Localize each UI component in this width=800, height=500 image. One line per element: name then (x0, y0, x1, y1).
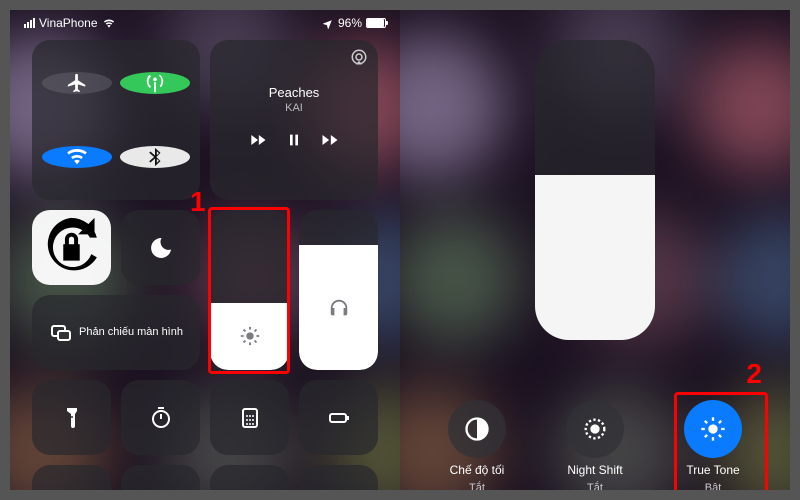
battery-percent: 96% (338, 16, 362, 30)
flashlight-button[interactable] (32, 380, 111, 455)
antenna-icon (144, 72, 166, 94)
hearing-button[interactable] (299, 465, 378, 490)
callout-number-1: 1 (190, 186, 206, 218)
media-artist: KAI (285, 102, 303, 114)
rotation-lock-toggle[interactable] (32, 210, 111, 285)
status-bar: VinaPhone 96% (10, 10, 400, 32)
connectivity-module[interactable] (32, 40, 200, 200)
wifi-icon (102, 18, 116, 29)
moon-icon (149, 236, 173, 260)
dark-mode-icon (463, 415, 491, 443)
do-not-disturb-toggle[interactable] (121, 210, 200, 285)
battery-outline-icon (327, 406, 351, 430)
volume-slider[interactable] (299, 210, 378, 370)
callout-number-2: 2 (746, 358, 762, 390)
true-tone-option[interactable]: True Tone Bật (663, 400, 763, 490)
brightness-slider[interactable] (210, 210, 289, 370)
media-pause-button[interactable] (286, 131, 302, 154)
screen-mirroring-button[interactable]: Phản chiếu màn hình (32, 295, 200, 370)
screen-mirroring-icon (49, 321, 73, 345)
brightness-slider-expanded[interactable] (535, 40, 655, 340)
low-power-mode-button[interactable] (299, 380, 378, 455)
bluetooth-icon (144, 146, 166, 168)
location-icon (323, 18, 334, 29)
calculator-icon (238, 406, 262, 430)
airplane-icon (66, 72, 88, 94)
rotation-lock-icon (32, 208, 111, 287)
airplay-icon (350, 48, 368, 66)
camera-button[interactable] (32, 465, 111, 490)
cellular-data-toggle[interactable] (120, 72, 190, 94)
now-playing-module[interactable]: Peaches KAI (210, 40, 378, 200)
media-next-button[interactable] (320, 130, 340, 155)
timer-icon (149, 406, 173, 430)
brightness-detail-screenshot: Chế độ tối Tắt Night Shift Tắt True Tone… (400, 10, 790, 490)
battery-icon (366, 18, 386, 28)
night-shift-option[interactable]: Night Shift Tắt (545, 400, 645, 490)
wifi-icon (66, 146, 88, 168)
sun-icon (239, 325, 261, 347)
qr-scanner-button[interactable] (210, 465, 289, 490)
dark-mode-option[interactable]: Chế độ tối Tắt (427, 400, 527, 490)
wifi-toggle[interactable] (42, 146, 112, 168)
media-prev-button[interactable] (248, 130, 268, 155)
brightness-fill (535, 175, 655, 340)
carrier-label: VinaPhone (39, 16, 98, 30)
headphones-icon (328, 297, 350, 319)
control-center-screenshot: VinaPhone 96% (10, 10, 400, 490)
airplane-mode-toggle[interactable] (42, 72, 112, 94)
bluetooth-toggle[interactable] (120, 146, 190, 168)
screen-mirroring-label: Phản chiếu màn hình (79, 326, 183, 339)
flashlight-icon (60, 406, 84, 430)
night-shift-icon (581, 415, 609, 443)
timer-button[interactable] (121, 380, 200, 455)
cellular-signal-icon (24, 18, 35, 28)
true-tone-icon (699, 415, 727, 443)
calculator-button[interactable] (210, 380, 289, 455)
media-title: Peaches (269, 85, 320, 100)
screen-record-button[interactable] (121, 465, 200, 490)
